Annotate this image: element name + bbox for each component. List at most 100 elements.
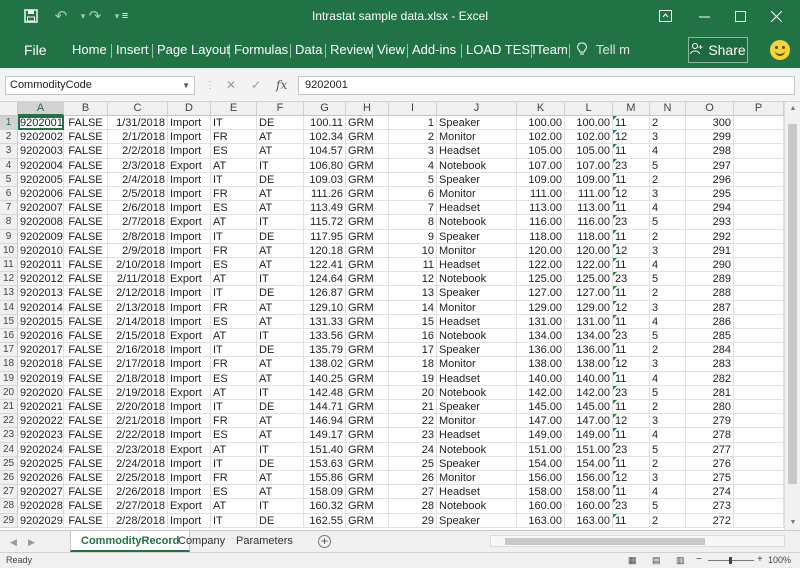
cell-c1[interactable]: 1/31/2018 [108,116,168,131]
cell-f19[interactable]: AT [257,371,304,386]
cell-f22[interactable]: AT [257,414,304,429]
cell-l1[interactable]: 100.00 [565,116,613,131]
cell-b9[interactable]: FALSE [64,229,108,244]
cell-c7[interactable]: 2/6/2018 [108,201,168,216]
cell-c28[interactable]: 2/27/2018 [108,499,168,514]
cell-d4[interactable]: Export [168,158,211,173]
cell-f15[interactable]: AT [257,314,304,329]
row-header[interactable]: 27 [0,485,18,500]
cell-j28[interactable]: Notebook [437,499,517,514]
cell-o5[interactable]: 296 [686,172,734,187]
tab-page-layout[interactable]: Page Layout [157,32,230,68]
row-header[interactable]: 28 [0,499,18,514]
cell-j13[interactable]: Speaker [437,286,517,301]
cell-j16[interactable]: Notebook [437,329,517,344]
cell-e23[interactable]: ES [211,428,257,443]
cell-n28[interactable]: 5 [650,499,686,514]
cell-g29[interactable]: 162.55 [304,513,346,528]
cell-n22[interactable]: 3 [650,414,686,429]
cell-n16[interactable]: 5 [650,329,686,344]
cell-h1[interactable]: GRM [346,116,389,131]
cell-c15[interactable]: 2/14/2018 [108,314,168,329]
cell-m23[interactable]: 11 [613,428,650,443]
cell-c4[interactable]: 2/3/2018 [108,158,168,173]
cell-a15[interactable]: 9202015 [18,314,64,329]
cell-g12[interactable]: 124.64 [304,272,346,287]
cell-p27[interactable] [734,485,784,500]
cell-e2[interactable]: FR [211,130,257,145]
cell-c11[interactable]: 2/10/2018 [108,258,168,273]
cell-f16[interactable]: IT [257,329,304,344]
cell-l23[interactable]: 149.00 [565,428,613,443]
cell-h25[interactable]: GRM [346,456,389,471]
cell-a16[interactable]: 9202016 [18,329,64,344]
cell-l14[interactable]: 129.00 [565,300,613,315]
cell-d16[interactable]: Export [168,329,211,344]
cell-c29[interactable]: 2/28/2018 [108,513,168,528]
cell-p1[interactable] [734,116,784,131]
cell-p21[interactable] [734,400,784,415]
maximize-button[interactable] [722,0,758,32]
cell-l3[interactable]: 105.00 [565,144,613,159]
cell-k27[interactable]: 158.00 [517,485,565,500]
cell-m27[interactable]: 11 [613,485,650,500]
cell-p18[interactable] [734,357,784,372]
row-header[interactable]: 8 [0,215,18,230]
cell-p29[interactable] [734,513,784,528]
cell-e6[interactable]: FR [211,187,257,202]
tab-home[interactable]: Home [72,32,107,68]
cell-l8[interactable]: 116.00 [565,215,613,230]
cell-p15[interactable] [734,314,784,329]
cell-b20[interactable]: FALSE [64,385,108,400]
row-header[interactable]: 15 [0,314,18,329]
cell-a3[interactable]: 9202003 [18,144,64,159]
cell-n25[interactable]: 2 [650,456,686,471]
cell-c14[interactable]: 2/13/2018 [108,300,168,315]
cell-f8[interactable]: IT [257,215,304,230]
cell-i2[interactable]: 2 [389,130,437,145]
save-icon[interactable] [18,0,44,32]
cell-h29[interactable]: GRM [346,513,389,528]
formula-input[interactable]: 9202001 [298,76,795,95]
cell-m29[interactable]: 11 [613,513,650,528]
cell-f25[interactable]: DE [257,456,304,471]
cell-p23[interactable] [734,428,784,443]
cell-d9[interactable]: Import [168,229,211,244]
cell-n20[interactable]: 5 [650,385,686,400]
cell-k3[interactable]: 105.00 [517,144,565,159]
cell-f9[interactable]: DE [257,229,304,244]
row-header[interactable]: 19 [0,371,18,386]
row-header[interactable]: 9 [0,229,18,244]
cell-n3[interactable]: 4 [650,144,686,159]
cell-d8[interactable]: Export [168,215,211,230]
column-header-o[interactable]: O [686,102,734,116]
row-header[interactable]: 11 [0,258,18,273]
cell-e14[interactable]: FR [211,300,257,315]
cell-a6[interactable]: 9202006 [18,187,64,202]
cell-m6[interactable]: 12 [613,187,650,202]
cell-m10[interactable]: 12 [613,243,650,258]
cell-e25[interactable]: IT [211,456,257,471]
cell-f2[interactable]: AT [257,130,304,145]
cell-e9[interactable]: IT [211,229,257,244]
cell-l17[interactable]: 136.00 [565,343,613,358]
normal-view-icon[interactable]: ▦ [628,555,637,566]
column-header-p[interactable]: P [734,102,784,116]
row-header[interactable]: 17 [0,343,18,358]
cell-o10[interactable]: 291 [686,243,734,258]
tab-insert[interactable]: Insert [116,32,149,68]
cell-f28[interactable]: IT [257,499,304,514]
cell-n4[interactable]: 5 [650,158,686,173]
cell-b13[interactable]: FALSE [64,286,108,301]
cell-d6[interactable]: Import [168,187,211,202]
cell-e16[interactable]: AT [211,329,257,344]
cell-n7[interactable]: 4 [650,201,686,216]
cell-c12[interactable]: 2/11/2018 [108,272,168,287]
cell-b12[interactable]: FALSE [64,272,108,287]
scroll-down-icon[interactable]: ▼ [785,516,800,530]
cell-b15[interactable]: FALSE [64,314,108,329]
cell-o4[interactable]: 297 [686,158,734,173]
cell-l6[interactable]: 111.00 [565,187,613,202]
cell-n23[interactable]: 4 [650,428,686,443]
cell-k20[interactable]: 142.00 [517,385,565,400]
